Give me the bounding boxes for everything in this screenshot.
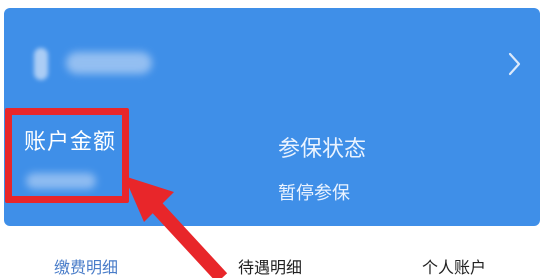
tab-benefit-details[interactable]: 待遇明细 <box>238 254 302 278</box>
tab-payment-details[interactable]: 缴费明细 <box>54 254 118 278</box>
chevron-right-icon[interactable] <box>502 44 526 84</box>
red-highlight-box <box>5 108 129 203</box>
tab-bar: 缴费明细 待遇明细 个人账户 <box>0 240 543 278</box>
user-name-redacted <box>66 52 152 74</box>
insurance-status-value: 暂停参保 <box>278 183 350 204</box>
avatar <box>34 48 48 80</box>
insurance-status-label: 参保状态 <box>278 137 367 162</box>
user-info-row[interactable] <box>22 34 522 94</box>
tab-personal-account[interactable]: 个人账户 <box>422 254 486 278</box>
